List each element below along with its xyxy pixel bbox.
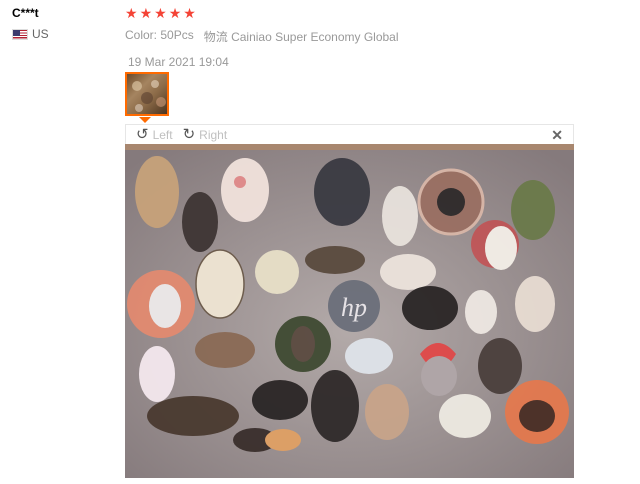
shipping-value: Cainiao Super Economy Global [231, 30, 399, 44]
review-content: ★ ★ ★ ★ ★ Color: 50Pcs 物流 Cainiao Super … [125, 6, 575, 69]
rotate-right-label: Right [199, 127, 228, 142]
review-photo-thumbnail[interactable] [125, 72, 169, 116]
rotate-right-icon: ↻ [182, 125, 196, 143]
review-photo: hp [125, 144, 574, 478]
reviewer-info: C***t US [12, 6, 49, 41]
review-date: 19 Mar 2021 19:04 [128, 55, 229, 69]
star-icon: ★ [125, 5, 138, 21]
rotate-left-button[interactable]: ↺ Left [126, 125, 173, 143]
star-icon: ★ [139, 5, 153, 21]
image-viewer-toolbar: ↺ Left ↻ Right ✕ [125, 124, 574, 144]
star-icon: ★ [183, 5, 196, 21]
laptop-stickers-image: hp [125, 144, 574, 478]
star-icon: ★ [168, 5, 182, 21]
thumbnail-image [132, 80, 166, 112]
shipping-label: 物流 [203, 30, 228, 44]
star-rating: ★ ★ ★ ★ ★ [125, 6, 575, 20]
shipping-info: 物流 Cainiao Super Economy Global [204, 28, 399, 45]
rotate-left-icon: ↺ [136, 125, 149, 143]
country-label: US [32, 27, 49, 41]
rotate-right-button[interactable]: ↻ Right [173, 125, 228, 143]
reviewer-name: C***t [12, 6, 39, 20]
star-icon: ★ [154, 5, 167, 21]
hp-logo: hp [341, 293, 367, 322]
thumbnail-selected-arrow [139, 117, 151, 123]
color-value: 50Pcs [160, 28, 194, 42]
reviewer-country: US [12, 27, 49, 41]
order-info: Color: 50Pcs 物流 Cainiao Super Economy Gl… [125, 28, 575, 45]
color-info: Color: 50Pcs [125, 28, 194, 45]
close-icon[interactable]: ✕ [551, 127, 563, 144]
rotate-left-label: Left [152, 127, 173, 142]
color-label: Color: [125, 28, 158, 42]
us-flag-icon [12, 28, 28, 40]
